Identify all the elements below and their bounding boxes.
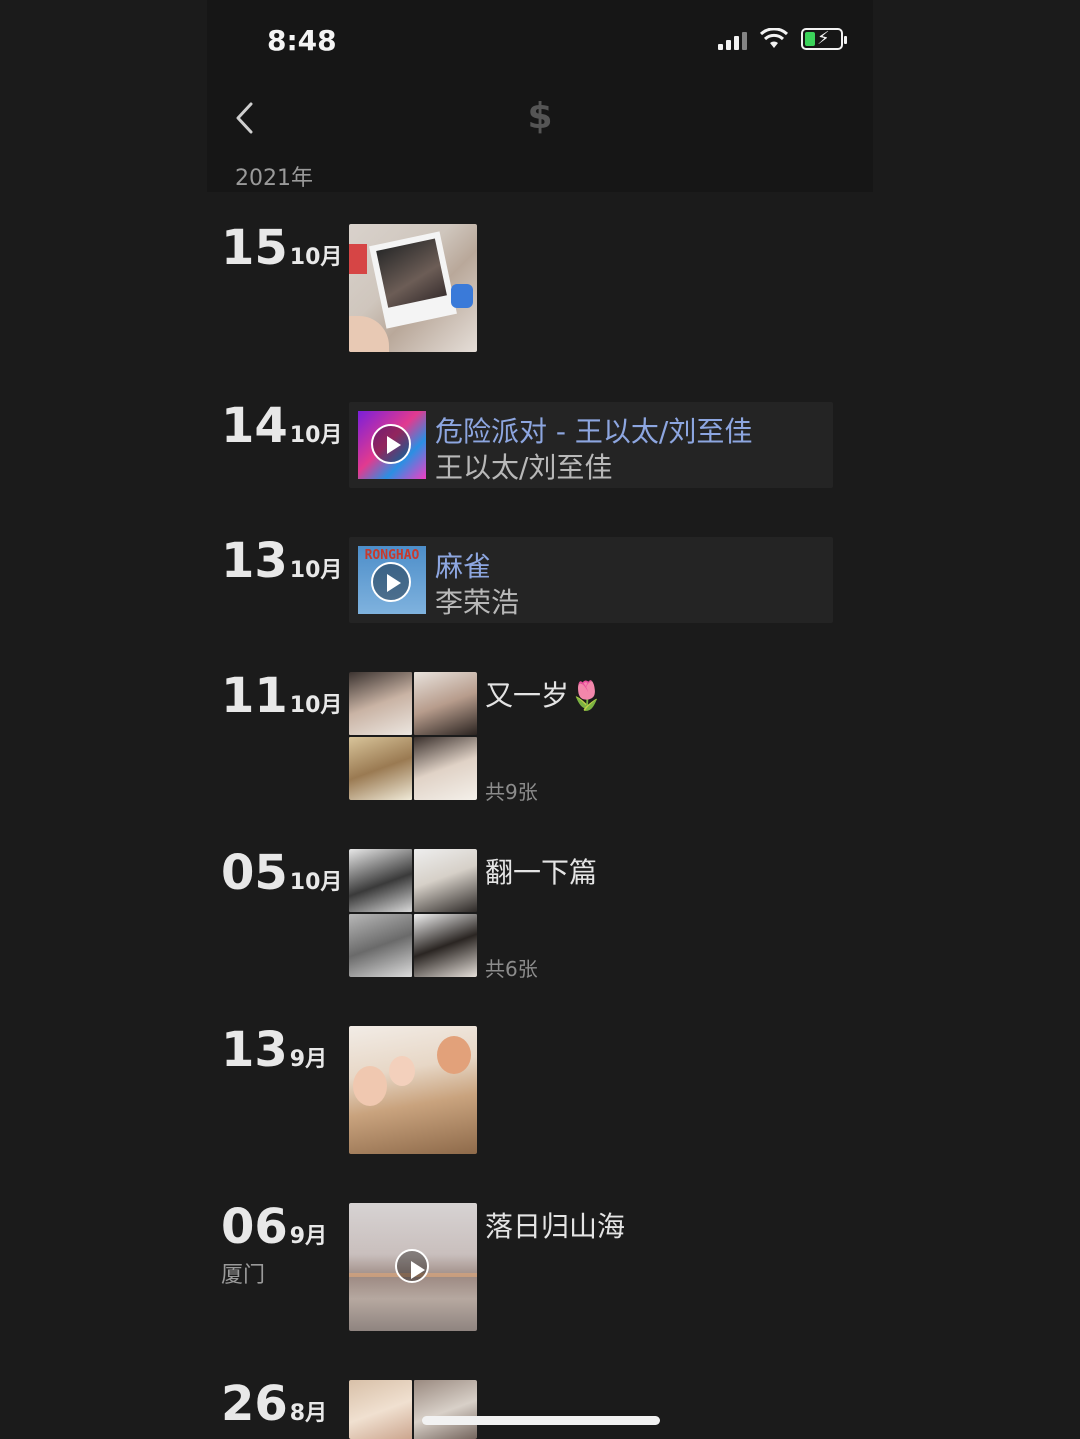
music-card[interactable]: 危险派对 - 王以太/刘至佳 王以太/刘至佳 — [349, 402, 833, 488]
entry-date: 268月 — [221, 1376, 328, 1432]
photo-thumbnail[interactable] — [349, 1026, 477, 1154]
song-title: 危险派对 - 王以太/刘至佳 — [435, 415, 753, 448]
song-artist: 李荣浩 — [435, 586, 520, 619]
play-icon[interactable] — [395, 1249, 429, 1283]
album-cover — [358, 411, 426, 479]
entry-date: 0510月 — [221, 845, 343, 901]
photo-grid[interactable] — [349, 849, 477, 977]
video-thumbnail[interactable] — [349, 1203, 477, 1331]
photo-grid[interactable] — [349, 1380, 477, 1439]
entry-date: 1110月 — [221, 668, 343, 724]
album-cover: RONGHAO — [358, 546, 426, 614]
entry-location: 厦门 — [221, 1263, 266, 1288]
photo-count: 共6张 — [485, 957, 538, 981]
photo-grid[interactable] — [349, 672, 477, 800]
entry-date: 1410月 — [221, 398, 343, 454]
song-title: 麻雀 — [435, 550, 492, 583]
home-indicator[interactable] — [422, 1416, 660, 1425]
music-card[interactable]: RONGHAO 麻雀 李荣浩 — [349, 537, 833, 623]
entry-date: 139月 — [221, 1022, 328, 1078]
play-icon[interactable] — [371, 562, 411, 602]
entry-date: 1310月 — [221, 533, 343, 589]
play-icon[interactable] — [371, 424, 411, 464]
cover-text: RONGHAO — [364, 548, 420, 563]
photo-thumbnail[interactable] — [349, 224, 477, 352]
entry-title: 又一岁🌷 — [485, 679, 604, 712]
timeline: 1510月 1410月 危险派对 - 王以太/刘至佳 王以太/刘至佳 1310月… — [207, 0, 873, 1439]
entry-title: 翻一下篇 — [485, 856, 598, 889]
entry-date: 1510月 — [221, 220, 343, 276]
entry-date: 069月 — [221, 1199, 328, 1255]
photo-count: 共9张 — [485, 780, 538, 804]
entry-title: 落日归山海 — [485, 1210, 626, 1243]
song-artist: 王以太/刘至佳 — [435, 451, 613, 484]
